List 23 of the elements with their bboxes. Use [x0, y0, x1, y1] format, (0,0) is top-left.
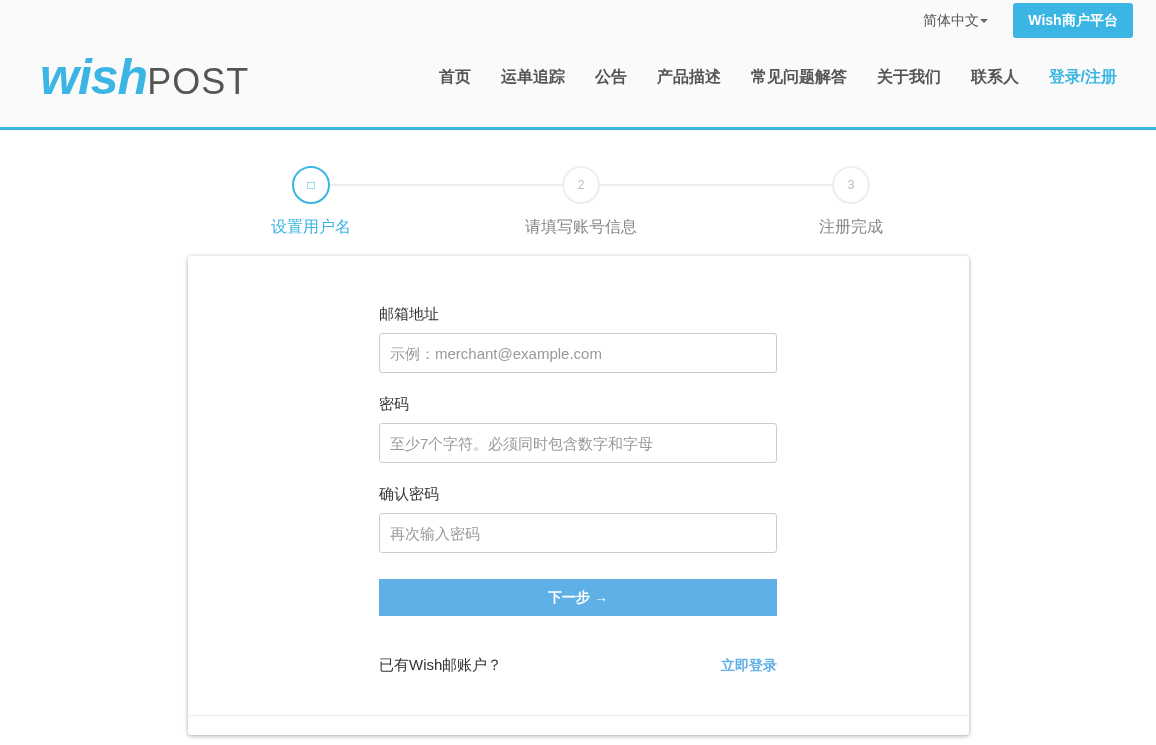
login-prompt: 已有Wish邮账户？ — [379, 656, 503, 675]
nav-link[interactable]: 联系人 — [949, 66, 1028, 88]
step-label: 注册完成 — [819, 217, 883, 237]
step-label: 请填写账号信息 — [525, 217, 637, 237]
step-marker: □ — [292, 166, 330, 204]
field-label: 邮箱地址 — [379, 305, 440, 324]
step-marker: 2 — [562, 166, 600, 204]
input-field[interactable]: 示例：merchant@example.com — [379, 333, 777, 373]
field-label: 密码 — [379, 395, 410, 414]
step-marker: 3 — [832, 166, 870, 204]
language-dropdown[interactable]: 简体中文 — [923, 11, 988, 30]
wishpost-logo[interactable]: wishPOST — [40, 52, 250, 102]
nav-link[interactable]: 运单追踪 — [479, 66, 574, 88]
nav-link[interactable]: 关于我们 — [855, 66, 950, 88]
nav-link[interactable]: 首页 — [417, 66, 480, 88]
input-field[interactable]: 再次输入密码 — [379, 513, 777, 553]
nav-link[interactable]: 公告 — [573, 66, 636, 88]
step-label: 设置用户名 — [271, 217, 351, 237]
caret-icon — [980, 18, 988, 23]
nav-link[interactable]: 常见问题解答 — [729, 66, 856, 88]
field-label: 确认密码 — [379, 485, 440, 504]
input-field[interactable]: 至少7个字符。必须同时包含数字和字母 — [379, 423, 777, 463]
nav-link[interactable]: 产品描述 — [635, 66, 730, 88]
